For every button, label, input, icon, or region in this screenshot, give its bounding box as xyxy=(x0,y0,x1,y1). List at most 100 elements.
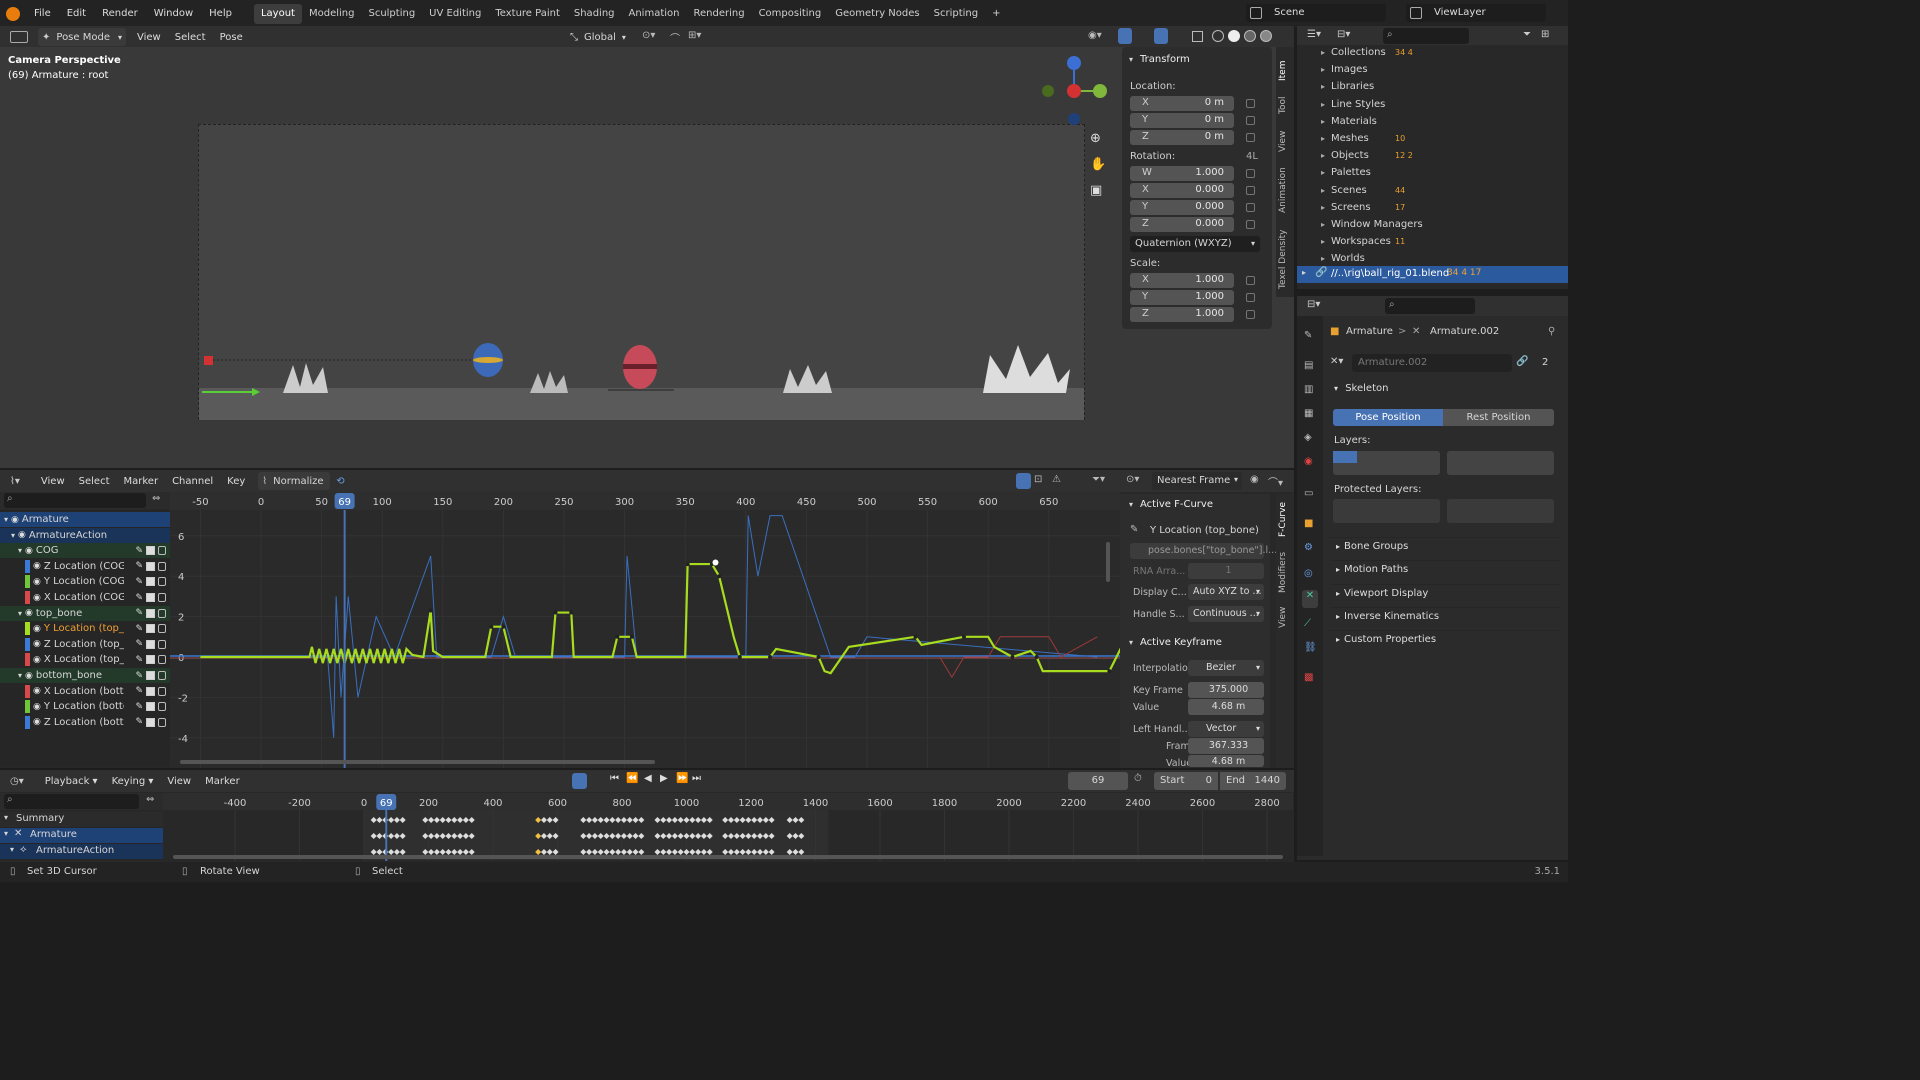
checkbox-icon[interactable] xyxy=(146,639,155,649)
lock-icon[interactable] xyxy=(158,624,166,634)
properties-search[interactable]: ⌕ xyxy=(1385,298,1475,314)
chevron-right-icon[interactable]: ▸ xyxy=(1321,65,1325,74)
channel-row[interactable]: ◉Z Location (bottom ✎ xyxy=(0,714,170,730)
modifier-icon[interactable]: ✎ xyxy=(135,702,143,712)
texture-tab-icon[interactable]: ▩ xyxy=(1304,672,1313,683)
lh-value-field[interactable]: 4.68 m xyxy=(1188,755,1264,767)
outliner-item[interactable]: ▸ Meshes 10 xyxy=(1297,131,1568,148)
armature-row[interactable]: ▾ ✕ Armature xyxy=(0,828,163,843)
modifier-icon[interactable]: ✎ xyxy=(135,593,143,603)
channel-row[interactable]: ◉Y Location (bottom ✎ xyxy=(0,699,170,715)
tab-tool[interactable]: Tool xyxy=(1278,93,1292,117)
xray-icon[interactable] xyxy=(1192,31,1203,42)
checkbox-icon[interactable] xyxy=(146,655,155,665)
eye-icon[interactable]: ◉ xyxy=(33,624,41,634)
user-count[interactable]: 2 xyxy=(1542,357,1548,368)
new-collection-icon[interactable]: ⊞ xyxy=(1541,29,1549,40)
tab-texel-density[interactable]: Texel Density xyxy=(1278,226,1292,292)
only-selected-icon[interactable] xyxy=(1016,473,1031,489)
current-frame-field[interactable]: 69 xyxy=(1068,772,1128,790)
tab-scripting[interactable]: Scripting xyxy=(927,4,985,24)
rotation-w-field[interactable]: W 1.000 xyxy=(1130,166,1234,181)
add-workspace-button[interactable]: + xyxy=(985,4,1007,24)
chevron-right-icon[interactable]: ▸ xyxy=(1321,48,1325,57)
lock-icon[interactable] xyxy=(158,717,166,727)
modifier-icon[interactable]: ✎ xyxy=(135,686,143,696)
checkbox-icon[interactable] xyxy=(146,717,155,727)
world-tab-icon[interactable]: ◉ xyxy=(1304,456,1313,467)
tab-rendering[interactable]: Rendering xyxy=(686,4,751,24)
outliner-item[interactable]: ▸ Libraries xyxy=(1297,79,1568,96)
lock-icon[interactable] xyxy=(1246,293,1255,302)
lock-icon[interactable] xyxy=(158,608,166,618)
menu-view[interactable]: View xyxy=(130,32,168,43)
tab-shading[interactable]: Shading xyxy=(567,4,622,24)
channel-row[interactable]: ▾ ◉ Armature xyxy=(0,512,170,527)
layer-1-active[interactable] xyxy=(1345,451,1357,463)
end-frame-field[interactable]: End 1440 xyxy=(1220,772,1286,790)
graph-editor-icon[interactable]: ⌇▾ xyxy=(10,476,20,487)
menu-help[interactable]: Help xyxy=(201,4,240,24)
properties-editor-icon[interactable]: ⊟▾ xyxy=(1307,299,1320,310)
prev-keyframe-icon[interactable]: ⏪ xyxy=(626,773,638,784)
lock-icon[interactable] xyxy=(158,671,166,680)
left-handle-dropdown[interactable]: Vector ▾ xyxy=(1188,721,1264,737)
shading-wireframe-icon[interactable] xyxy=(1212,30,1224,42)
location-x-field[interactable]: X 0 m xyxy=(1130,96,1234,111)
location-y-field[interactable]: Y 0 m xyxy=(1130,113,1234,128)
navigation-gizmo[interactable] xyxy=(1036,53,1112,133)
checkbox-icon[interactable] xyxy=(146,671,155,680)
scale-y-field[interactable]: Y 1.000 xyxy=(1130,290,1234,305)
channel-row[interactable]: ▾ ◉ ArmatureAction xyxy=(0,527,170,543)
lock-icon[interactable] xyxy=(158,593,166,602)
outliner-item[interactable]: ▸ Window Managers xyxy=(1297,217,1568,234)
graph-canvas[interactable]: -50 0 50 100 150 200 250 300 350 400 450 500 550 600 6… xyxy=(170,492,1120,768)
rotation-y-field[interactable]: Y 0.000 xyxy=(1130,200,1234,215)
show-hidden-icon[interactable]: ⊡ xyxy=(1034,474,1042,485)
checkbox-icon[interactable] xyxy=(146,686,155,696)
outliner-editor-icon[interactable]: ☰▾ xyxy=(1307,29,1321,40)
channel-row[interactable]: ▾ ◉ bottom_bone ✎ xyxy=(0,668,170,683)
lock-icon[interactable] xyxy=(1246,169,1255,178)
auto-keying-icon[interactable] xyxy=(572,773,587,789)
display-color-dropdown[interactable]: Auto XYZ to ... ▾ xyxy=(1188,584,1264,600)
menu-pose[interactable]: Pose xyxy=(213,32,250,43)
snap-mode-dropdown[interactable]: Nearest Frame ▾ xyxy=(1152,472,1242,490)
menu-window[interactable]: Window xyxy=(146,4,201,24)
modifier-icon[interactable]: ✎ xyxy=(135,546,143,556)
channel-row[interactable]: ◉Z Location (top_bor ✎ xyxy=(0,636,170,652)
tab-animation-side[interactable]: Animation xyxy=(1278,164,1292,216)
channel-row[interactable]: ◉Y Location (top_bor ✎ xyxy=(0,621,170,637)
outliner-item[interactable]: ▸ Line Styles xyxy=(1297,97,1568,114)
modifier-tab-icon[interactable]: ⚙ xyxy=(1304,542,1313,553)
action-row[interactable]: ▾ ⟡ ArmatureAction xyxy=(0,844,163,859)
rna-array-field[interactable]: 1 xyxy=(1188,563,1264,579)
channel-row[interactable]: ▾ ◉ top_bone ✎ xyxy=(0,605,170,621)
zoom-icon[interactable]: ⊕ xyxy=(1090,131,1101,146)
chevron-right-icon[interactable]: ▸ xyxy=(1321,151,1325,160)
eye-icon[interactable]: ◉ xyxy=(33,655,41,665)
lock-icon[interactable] xyxy=(1246,220,1255,229)
graph-menu-channel[interactable]: Channel xyxy=(165,476,220,487)
chevron-right-icon[interactable]: ▸ xyxy=(1321,237,1325,246)
timeline-canvas[interactable]: -400 -200 0 200 400 600 800 1000 1200 1400 1600 180… xyxy=(163,793,1293,861)
lock-icon[interactable] xyxy=(1246,133,1255,142)
checkbox-icon[interactable] xyxy=(146,608,155,618)
menu-edit[interactable]: Edit xyxy=(59,4,94,24)
chevron-right-icon[interactable]: ▸ xyxy=(1321,82,1325,91)
modifier-icon[interactable]: ✎ xyxy=(135,577,143,587)
play-icon[interactable]: ▶ xyxy=(660,773,668,784)
eye-icon[interactable]: ◉ xyxy=(25,608,33,618)
lock-icon[interactable] xyxy=(1246,203,1255,212)
checkbox-icon[interactable] xyxy=(146,593,155,602)
chevron-right-icon[interactable]: ▸ xyxy=(1321,117,1325,126)
eye-icon[interactable]: ◉ xyxy=(25,546,33,556)
properties-section[interactable]: ▸ Viewport Display xyxy=(1330,583,1560,604)
armature-data-icon[interactable]: ✕▾ xyxy=(1330,356,1343,367)
fake-user-icon[interactable]: 🔗 xyxy=(1516,356,1528,367)
tab-animation[interactable]: Animation xyxy=(622,4,687,24)
summary-row[interactable]: ▾ Summary xyxy=(0,812,163,827)
outliner-item[interactable]: ▸ Scenes 44 xyxy=(1297,183,1568,200)
properties-section[interactable]: ▸ Custom Properties xyxy=(1330,630,1560,650)
eye-icon[interactable]: ◉ xyxy=(33,639,41,649)
